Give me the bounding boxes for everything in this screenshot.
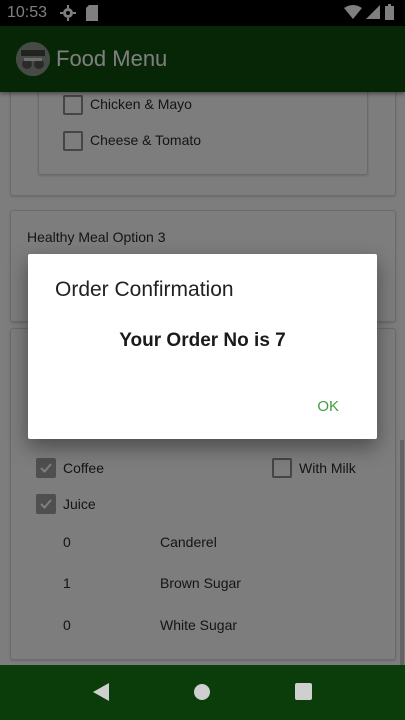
home-icon[interactable] (194, 684, 210, 705)
recents-icon[interactable] (295, 683, 312, 705)
navigation-bar (0, 665, 405, 720)
order-confirmation-dialog: Order Confirmation Your Order No is 7 OK (28, 254, 377, 439)
dialog-title: Order Confirmation (55, 278, 234, 301)
dialog-message: Your Order No is 7 (119, 330, 286, 351)
ok-button[interactable]: OK (317, 398, 339, 415)
back-icon[interactable] (93, 683, 109, 706)
